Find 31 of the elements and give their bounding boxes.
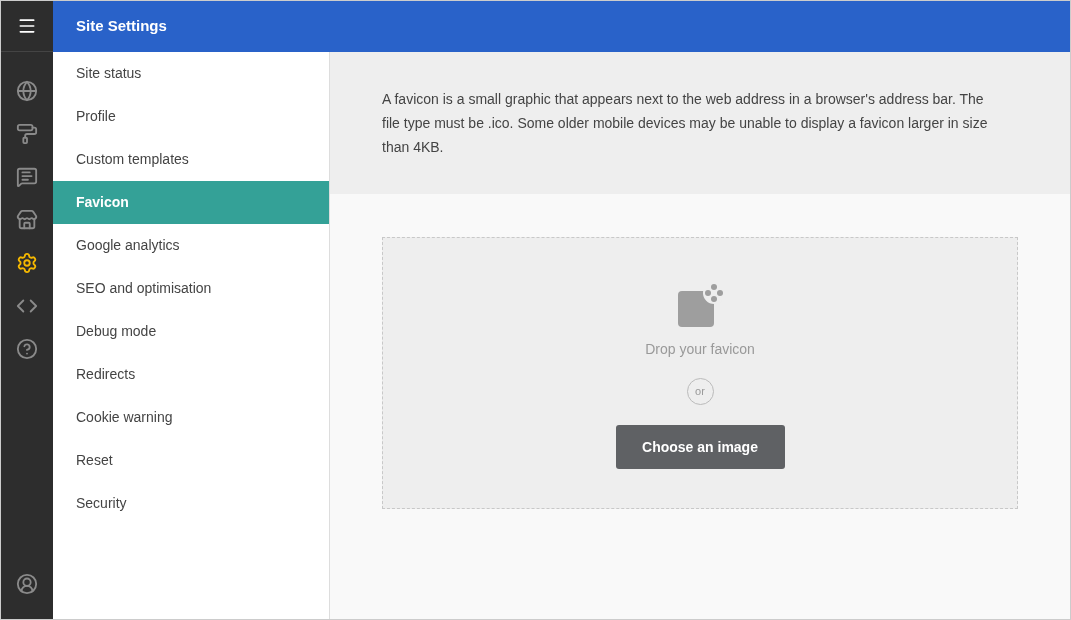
comment-icon bbox=[16, 166, 38, 188]
choose-image-button[interactable]: Choose an image bbox=[615, 425, 785, 469]
paint-roller-button[interactable] bbox=[16, 123, 38, 145]
store-icon bbox=[16, 209, 38, 231]
comment-button[interactable] bbox=[16, 166, 38, 188]
menu-icon bbox=[17, 16, 37, 36]
globe-icon bbox=[16, 80, 38, 102]
account-button[interactable] bbox=[16, 573, 38, 595]
settings-button[interactable] bbox=[16, 252, 38, 274]
description-text: A favicon is a small graphic that appears next to the web address in a browser's address bar. The file type must be .ico. Some older mobile devices may be unable to display a favicon larger in size than 4KB. bbox=[382, 90, 989, 157]
menu-item[interactable]: Google analytics bbox=[53, 224, 329, 267]
page-title: Site Settings bbox=[76, 16, 167, 37]
menu-item[interactable]: Redirects bbox=[53, 353, 329, 396]
menu-item[interactable]: Cookie warning bbox=[53, 396, 329, 439]
store-button[interactable] bbox=[16, 209, 38, 231]
drop-prompt: Drop your favicon bbox=[645, 340, 755, 359]
drop-zone[interactable]: Drop your favicon or Choose an image bbox=[382, 237, 1018, 509]
help-icon bbox=[16, 338, 38, 360]
paint-roller-icon bbox=[16, 123, 38, 145]
menu-item[interactable]: Security bbox=[53, 482, 329, 525]
menu-item[interactable]: Custom templates bbox=[53, 138, 329, 181]
user-icon bbox=[16, 573, 38, 595]
settings-icon bbox=[16, 252, 38, 274]
menu-item[interactable]: Debug mode bbox=[53, 310, 329, 353]
menu-item[interactable]: Site status bbox=[53, 52, 329, 95]
menu-item[interactable]: SEO and optimisation bbox=[53, 267, 329, 310]
help-button[interactable] bbox=[16, 338, 38, 360]
menu-item[interactable]: Reset bbox=[53, 439, 329, 482]
menu-item[interactable]: Profile bbox=[53, 95, 329, 138]
image-file-icon bbox=[676, 283, 724, 327]
globe-button[interactable] bbox=[16, 80, 38, 102]
